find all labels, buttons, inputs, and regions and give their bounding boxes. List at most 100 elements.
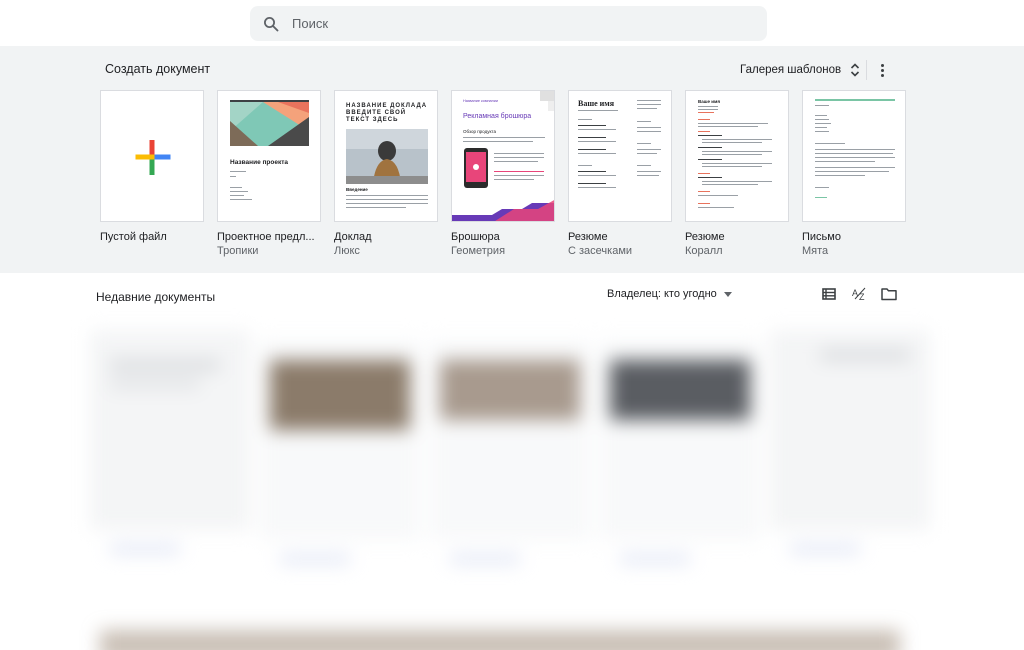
template-thumbnail[interactable]: Ваше имя [568,90,672,222]
list-view-icon[interactable] [820,286,838,302]
thumb-line [815,115,827,116]
thumb-line [578,137,606,138]
thumb-line [230,171,246,172]
thumb-line [698,126,758,127]
thumb-line [702,163,772,164]
template-resume-serif[interactable]: Ваше имя Резюме С засечками [568,90,672,257]
thumb-line [702,151,772,152]
thumb-line [578,171,606,172]
thumb-line [637,100,661,101]
thumb-line [578,187,616,188]
template-project-proposal[interactable]: Название проекта Проектное предл... Троп… [217,90,321,257]
thumb-line [698,135,722,136]
thumb-line [494,157,544,158]
thumb-line [578,183,606,184]
more-vert-icon[interactable] [874,58,890,82]
thumb-line [698,177,722,178]
thumb-line [578,125,606,126]
sort-az-icon[interactable]: A Z [851,286,869,302]
template-name: Письмо [802,231,841,243]
template-subtitle: Мята [802,245,829,257]
document-card[interactable] [90,330,250,553]
search-input[interactable] [292,16,732,31]
thumb-line [578,165,592,166]
thumb-line [578,129,616,130]
thumb-line [815,149,895,150]
template-thumbnail[interactable]: Ваше имя [685,90,789,222]
search-icon[interactable] [263,16,279,32]
thumb-section: Обзор продукта [463,129,496,134]
thumb-line [698,203,710,204]
template-name: Резюме [685,231,725,243]
document-card[interactable] [600,340,760,563]
template-subtitle: Тропики [217,245,259,257]
template-thumbnail[interactable]: НАЗВАНИЕ ДОКЛАДА ВВЕДИТЕ СВОЙ ТЕКСТ ЗДЕС… [334,90,438,222]
thumb-line [463,137,545,138]
thumb-title: Ваше имя [698,99,720,104]
document-card[interactable] [260,340,420,563]
template-letter-mint[interactable]: Письмо Мята [802,90,906,257]
search-header [0,0,1024,46]
thumb-line [637,143,651,144]
thumb-title: Название проекта [230,159,289,166]
thumb-line [637,171,661,172]
thumb-line [698,123,768,124]
recent-documents-title: Недавние документы [96,290,216,304]
folder-icon[interactable] [880,286,898,302]
thumb-line [698,147,722,148]
search-bar[interactable] [250,6,767,41]
thumb-line [698,109,718,110]
thumb-line [230,176,236,177]
thumb-line [637,121,651,122]
thumb-line [698,106,718,107]
thumb-line [494,153,544,154]
thumb-line [637,175,659,176]
template-subtitle: Люкс [334,245,360,257]
template-resume-coral[interactable]: Ваше имя Резюме Коралл [685,90,789,257]
thumb-line [815,153,893,154]
thumb-line [815,143,845,144]
thumb-line [815,131,829,132]
thumb-line [637,149,661,150]
thumb-line [346,203,428,204]
mint-rule [815,99,895,101]
thumb-line [637,127,661,128]
thumb-line [815,119,829,120]
recent-documents-grid [60,310,940,650]
thumb-line [698,112,714,113]
thumb-line [494,161,538,162]
document-card[interactable] [430,340,590,563]
thumb-line [815,105,829,106]
thumb-line [815,127,827,128]
document-card[interactable] [770,330,930,553]
thumb-line [702,154,762,155]
thumb-line [815,167,895,168]
thumb-line [702,181,772,182]
template-report[interactable]: НАЗВАНИЕ ДОКЛАДА ВВЕДИТЕ СВОЙ ТЕКСТ ЗДЕС… [334,90,438,257]
template-thumbnail[interactable] [100,90,204,222]
thumb-line [637,108,657,109]
template-name: Проектное предл... [217,231,315,243]
thumb-line [698,119,710,120]
thumb-line [494,171,544,172]
template-thumbnail[interactable]: Название компании Рекламная брошюра Обзо… [451,90,555,222]
thumb-line [494,175,544,176]
thumb-line [494,179,534,180]
thumb-line [346,195,428,196]
template-gallery-label: Галерея шаблонов [740,64,842,76]
template-blank[interactable]: Пустой файл [100,90,204,245]
template-thumbnail[interactable] [802,90,906,222]
template-thumbnail[interactable]: Название проекта [217,90,321,222]
thumb-line [815,175,865,176]
owner-filter-dropdown[interactable]: Владелец: кто угодно [607,288,732,300]
plus-icon [135,140,171,175]
template-name: Доклад [334,231,372,243]
template-brochure[interactable]: Название компании Рекламная брошюра Обзо… [451,90,555,257]
template-name: Резюме [568,231,608,243]
divider [866,60,867,80]
thumb-line [637,131,661,132]
thumb-line [637,104,661,105]
tropics-artwork [230,100,309,146]
thumb-line [230,199,252,200]
template-gallery-button[interactable]: Галерея шаблонов [740,60,860,80]
